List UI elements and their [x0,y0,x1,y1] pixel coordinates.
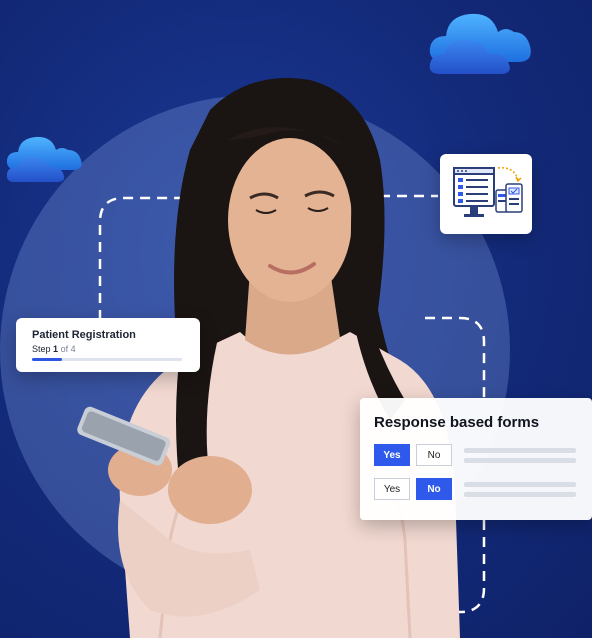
patient-registration-card: Patient Registration Step 1 of 4 [16,318,200,372]
cloud-icon [429,13,531,74]
registration-title: Patient Registration [32,329,136,341]
multi-device-forms-icon [453,167,523,217]
row2-placeholder-line [464,482,576,487]
row2-placeholder-line [464,492,576,497]
row1-yes-button[interactable]: Yes [374,444,410,466]
registration-step: Step 1 of 4 [32,344,76,354]
response-forms-title: Response based forms [374,414,540,431]
registration-progress-track [32,358,182,361]
response-forms-card: Response based forms Yes No Yes No [360,398,592,520]
registration-progress-fill [32,358,62,361]
step-word: Step [32,344,51,354]
hero-illustration: Patient Registration Step 1 of 4 Respons… [0,0,592,638]
device-card [440,154,532,234]
row1-placeholder-line [464,458,576,463]
row1-placeholder-line [464,448,576,453]
row1-no-button[interactable]: No [416,444,452,466]
row2-yes-button[interactable]: Yes [374,478,410,500]
row2-no-button[interactable]: No [416,478,452,500]
step-current: 1 [53,344,59,354]
step-total: of 4 [60,344,76,354]
